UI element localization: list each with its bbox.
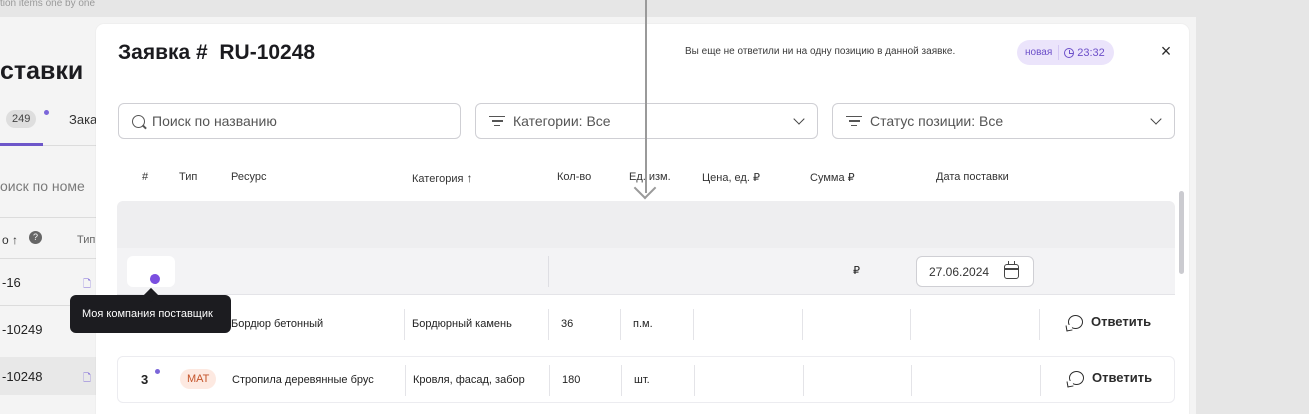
row-number: 3 — [141, 372, 149, 387]
background-search-input[interactable]: оиск по номе — [0, 178, 85, 194]
column-header-delivery-date: Дата поставки — [936, 171, 1009, 183]
divider — [549, 365, 550, 396]
column-header-type: Тип — [179, 171, 198, 183]
column-header-quantity: Кол-во — [557, 171, 592, 183]
divider — [621, 365, 622, 396]
delivery-date-value: 27.06.2024 — [929, 264, 990, 279]
unread-dot — [155, 369, 160, 374]
column-header-sum: Сумма ₽ — [810, 172, 855, 184]
search-input[interactable]: Поиск по названию — [118, 103, 461, 139]
category-cell: Кровля, фасад, забор — [413, 374, 525, 386]
divider — [1039, 309, 1040, 340]
table-group-header — [117, 201, 1175, 248]
background-hint-text: tion items one by one — [0, 0, 96, 9]
resource-cell: Стропила деревянные брус — [232, 374, 374, 386]
unread-dot — [44, 110, 49, 115]
divider — [548, 256, 549, 287]
divider — [1040, 365, 1041, 396]
company-tooltip: Моя компания поставщик — [70, 295, 231, 333]
reply-button[interactable]: Ответить — [1069, 370, 1152, 385]
column-header-price: Цена, ед. ₽ — [702, 172, 760, 184]
status-label: новая — [1025, 47, 1053, 58]
divider — [0, 217, 100, 218]
background-sort-header[interactable]: о ↑ — [2, 233, 18, 247]
search-placeholder: Поиск по названию — [152, 113, 277, 129]
column-header-category[interactable]: Категория ↑ — [412, 171, 472, 185]
unit-cell: п.м. — [633, 318, 653, 330]
column-header-resource: Ресурс — [231, 171, 267, 183]
comment-icon — [1069, 370, 1084, 385]
divider — [405, 365, 406, 396]
quantity-cell: 36 — [561, 318, 574, 330]
background-tab-2[interactable]: Зака — [69, 112, 97, 127]
drag-guide-line — [645, 0, 647, 193]
background-row-number[interactable]: -16 — [2, 275, 21, 290]
status-filter-dropdown[interactable]: Статус позиции: Все — [832, 103, 1175, 139]
background-tab-count[interactable]: 249 — [6, 110, 37, 128]
divider — [0, 258, 100, 259]
no-reply-notice: Вы еще не ответили ни на одну позицию в … — [685, 46, 956, 57]
column-header-number: # — [142, 171, 149, 183]
divider — [802, 309, 803, 340]
reply-label: Ответить — [1091, 314, 1152, 329]
category-cell: Бордюрный камень — [412, 318, 512, 330]
scrollbar[interactable] — [1179, 191, 1184, 274]
currency-label: ₽ — [853, 265, 860, 277]
divider — [1058, 45, 1060, 60]
timer-text: 23:32 — [1077, 46, 1105, 59]
category-filter-label: Категории: Все — [513, 113, 611, 129]
quantity-cell: 180 — [562, 374, 581, 386]
divider — [694, 365, 695, 396]
divider — [803, 365, 804, 396]
clock-icon — [1064, 47, 1075, 58]
divider — [693, 309, 694, 340]
document-icon: 🗋 — [83, 279, 92, 290]
reply-label: Ответить — [1092, 370, 1153, 385]
divider — [910, 309, 911, 340]
background-row-number[interactable]: -10248 — [2, 369, 42, 384]
resource-cell: Бордюр бетонный — [231, 318, 324, 330]
filter-icon — [489, 115, 505, 127]
chevron-down-icon — [1150, 113, 1162, 125]
company-row: ₽ 27.06.2024 — [117, 248, 1175, 295]
company-badge[interactable] — [127, 256, 175, 287]
status-filter-label: Статус позиции: Все — [870, 113, 1004, 129]
divider — [404, 309, 405, 340]
category-header-label: Категория — [412, 173, 464, 185]
close-icon[interactable]: × — [1158, 42, 1174, 60]
background-type-header: Тип — [77, 234, 96, 246]
type-badge: МАТ — [180, 369, 217, 389]
divider — [911, 365, 912, 396]
delivery-date-input[interactable]: 27.06.2024 — [916, 256, 1034, 287]
calendar-icon[interactable] — [1004, 261, 1019, 279]
divider — [620, 309, 621, 340]
chevron-down-icon — [793, 113, 805, 125]
active-tab-underline — [0, 143, 43, 146]
background-row-number[interactable]: -10249 — [2, 322, 42, 337]
company-logo-icon — [148, 272, 162, 286]
unit-cell: шт. — [634, 374, 650, 386]
filter-icon — [846, 115, 862, 127]
document-icon: 🗋 — [83, 373, 92, 384]
reply-button[interactable]: Ответить — [1068, 314, 1151, 329]
background-page-title: ставки — [0, 57, 84, 85]
request-modal: Заявка # RU-10248 Вы еще не ответили ни … — [96, 24, 1189, 414]
divider — [548, 309, 549, 340]
table-row[interactable]: Бордюр бетонный Бордюрный камень 36 п.м.… — [117, 301, 1175, 348]
table-row[interactable]: 3 МАТ Стропила деревянные брус Кровля, ф… — [117, 356, 1175, 403]
help-icon[interactable]: ? — [29, 231, 42, 244]
modal-title: Заявка # RU-10248 — [118, 41, 316, 64]
comment-icon — [1068, 314, 1083, 329]
sort-ascending-icon: ↑ — [466, 171, 473, 185]
status-badge: новая 23:32 — [1017, 40, 1114, 65]
search-icon — [132, 114, 145, 128]
